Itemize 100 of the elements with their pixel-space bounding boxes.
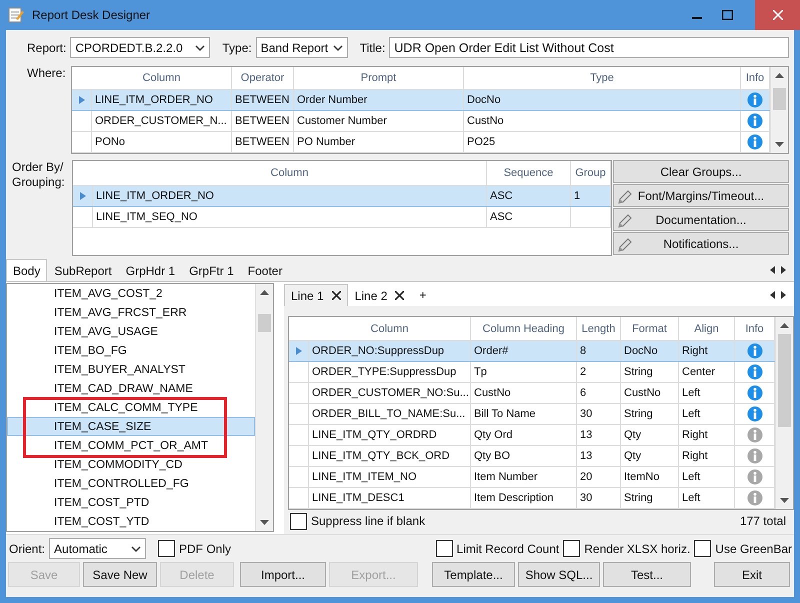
section-tab[interactable]: GrpFtr 1 xyxy=(182,259,241,281)
orient-label: Orient: xyxy=(9,542,46,556)
table-cell: Item Number xyxy=(471,467,577,487)
section-tab[interactable]: Body xyxy=(6,259,48,281)
title-label: Title: xyxy=(360,40,386,54)
caret-icon xyxy=(332,44,343,50)
scroll-down-icon[interactable] xyxy=(260,520,269,526)
type-dropdown[interactable]: Band Report xyxy=(256,37,348,58)
scroll-up-icon[interactable] xyxy=(260,289,269,295)
line-tab[interactable]: Line 1 xyxy=(284,284,348,306)
info-icon[interactable] xyxy=(746,385,762,401)
info-icon[interactable] xyxy=(747,113,763,129)
table-cell: ORDER_BILL_TO_NAME:Su... xyxy=(309,404,471,424)
checkbox[interactable] xyxy=(563,540,580,557)
column-header[interactable]: Column xyxy=(309,317,471,340)
scrollbar-thumb[interactable] xyxy=(778,334,791,427)
scroll-down-icon[interactable] xyxy=(780,498,789,504)
scroll-left-icon[interactable] xyxy=(770,291,775,299)
option-label: Use GreenBar xyxy=(715,542,792,556)
action-button[interactable]: Exit xyxy=(714,562,790,587)
table-cell: CustNo xyxy=(471,383,577,403)
scrollbar[interactable] xyxy=(770,67,788,153)
column-header[interactable]: Length xyxy=(577,317,621,340)
checkbox[interactable] xyxy=(436,540,453,557)
column-header[interactable]: Prompt xyxy=(294,67,464,89)
action-button[interactable]: Template... xyxy=(432,562,515,587)
table-cell: DocNo xyxy=(464,90,741,110)
action-button[interactable]: Font/Margins/Timeout... xyxy=(613,184,789,207)
column-header[interactable]: Column xyxy=(93,161,487,185)
close-button[interactable] xyxy=(755,0,800,30)
info-icon[interactable] xyxy=(746,364,762,380)
info-icon[interactable] xyxy=(747,134,763,150)
info-icon[interactable] xyxy=(746,406,762,422)
column-header[interactable]: Sequence xyxy=(487,161,571,185)
info-icon[interactable] xyxy=(746,490,762,506)
table-cell: String xyxy=(621,404,679,424)
scroll-left-icon[interactable] xyxy=(770,266,775,274)
table-cell: Left xyxy=(679,488,735,508)
action-button[interactable]: Test... xyxy=(603,562,691,587)
table-cell: PO Number xyxy=(294,132,464,152)
order-by-label: Order By/ Grouping: xyxy=(11,160,66,190)
row-pointer-icon xyxy=(80,192,86,200)
action-button[interactable]: Show SQL... xyxy=(518,562,600,587)
scroll-up-icon[interactable] xyxy=(780,322,789,328)
checkbox[interactable] xyxy=(290,512,307,530)
column-header[interactable]: Group xyxy=(571,161,611,185)
info-icon[interactable] xyxy=(746,469,762,485)
scrollbar-thumb[interactable] xyxy=(258,314,271,332)
table-cell: LINE_ITM_ORDER_NO xyxy=(93,186,487,206)
scroll-up-icon[interactable] xyxy=(775,72,784,78)
table-cell: Right xyxy=(679,425,735,445)
table-cell: ASC xyxy=(487,207,571,227)
close-icon[interactable] xyxy=(332,291,341,300)
column-header[interactable]: Align xyxy=(679,317,735,340)
action-button[interactable]: Clear Groups... xyxy=(613,160,789,183)
scroll-right-icon[interactable] xyxy=(781,291,786,299)
scrollbar[interactable] xyxy=(775,317,793,509)
table-cell: 13 xyxy=(577,425,621,445)
section-tab[interactable]: SubReport xyxy=(47,259,119,281)
table-cell: 30 xyxy=(577,404,621,424)
table-cell: BETWEEN xyxy=(232,111,294,131)
maximize-icon[interactable] xyxy=(722,10,733,20)
column-header[interactable]: Type xyxy=(464,67,741,89)
section-tab[interactable]: GrpHdr 1 xyxy=(118,259,182,281)
action-button[interactable]: Import... xyxy=(240,562,326,587)
action-button[interactable]: Save New xyxy=(83,562,157,587)
column-header[interactable]: Format xyxy=(621,317,679,340)
info-icon[interactable] xyxy=(746,448,762,464)
table-cell: Qty Ord xyxy=(471,425,577,445)
column-header[interactable]: Operator xyxy=(232,67,294,89)
pencil-icon xyxy=(617,189,633,205)
orient-dropdown[interactable]: Automatic xyxy=(49,538,146,559)
scroll-right-icon[interactable] xyxy=(781,266,786,274)
info-icon[interactable] xyxy=(746,343,762,359)
table-cell: 20 xyxy=(577,467,621,487)
scrollbar[interactable] xyxy=(255,284,273,531)
table-cell: Item Description xyxy=(471,488,577,508)
row-pointer-icon xyxy=(296,347,302,355)
title-field[interactable]: UDR Open Order Edit List Without Cost xyxy=(389,37,789,58)
info-icon[interactable] xyxy=(747,92,763,108)
report-dropdown[interactable]: CPORDEDT.B.2.2.0 xyxy=(70,37,210,58)
table-cell: 8 xyxy=(577,341,621,361)
close-icon xyxy=(772,10,782,20)
column-header[interactable]: Column Heading xyxy=(471,317,577,340)
action-button[interactable]: Documentation... xyxy=(613,208,789,231)
action-button[interactable]: Notifications... xyxy=(613,232,789,255)
table-cell: Tp xyxy=(471,362,577,382)
table-cell: ORDER_TYPE:SuppressDup xyxy=(309,362,471,382)
row-pointer-icon xyxy=(78,96,84,104)
info-icon[interactable] xyxy=(746,427,762,443)
checkbox[interactable] xyxy=(158,540,176,557)
table-cell: String xyxy=(621,362,679,382)
add-tab-button[interactable]: + xyxy=(411,284,434,306)
field-item[interactable]: ITEM_CASE_SIZE xyxy=(7,417,255,436)
section-tab[interactable]: Footer xyxy=(240,259,290,281)
checkbox[interactable] xyxy=(694,540,712,557)
scrollbar-thumb[interactable] xyxy=(773,88,786,110)
close-icon[interactable] xyxy=(395,291,404,300)
scroll-down-icon[interactable] xyxy=(775,142,784,148)
column-header[interactable]: Column xyxy=(92,67,232,89)
